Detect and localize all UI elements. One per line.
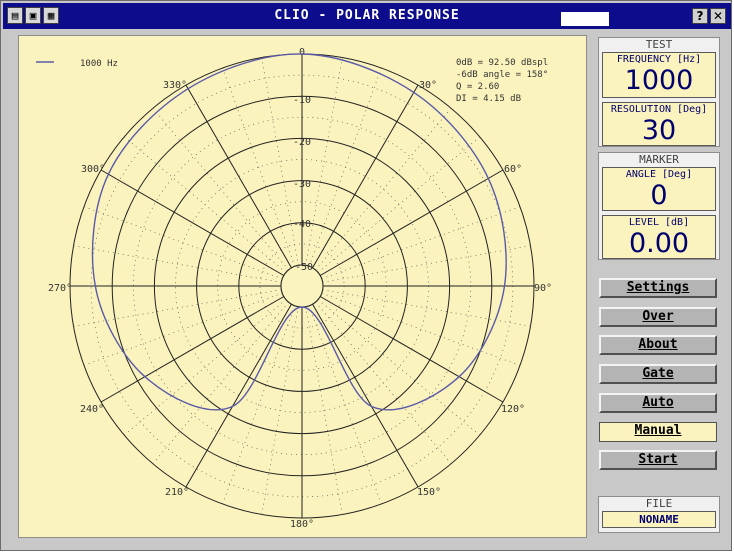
- marker-panel: MARKER ANGLE [Deg] 0 LEVEL [dB] 0.00: [598, 152, 720, 260]
- info-line-6db-angle: -6dB angle = 158°: [456, 70, 548, 80]
- settings-button[interactable]: Settings: [599, 278, 717, 298]
- level-field: LEVEL [dB] 0.00: [602, 215, 716, 259]
- minor-spoke: [315, 301, 452, 464]
- marker-panel-title: MARKER: [639, 153, 679, 166]
- minor-spoke: [315, 108, 452, 271]
- polar-plot: -10 -20 -30 -40 -50 0 30° 60° 90° 120° 1…: [18, 35, 587, 538]
- resolution-field: RESOLUTION [Deg] 30: [602, 102, 716, 146]
- minor-spoke: [322, 245, 531, 283]
- manual-button-label: Manual: [634, 423, 682, 438]
- ring-label-20: -20: [293, 137, 311, 148]
- info-block: 0dB = 92.50 dBspl -6dB angle = 158° Q = …: [456, 58, 548, 104]
- about-button[interactable]: About: [599, 335, 717, 355]
- minor-spoke: [305, 306, 343, 515]
- frequency-field: FREQUENCY [Hz] 1000: [602, 52, 716, 98]
- level-value: 0.00: [628, 228, 690, 259]
- ring-label-50: -50: [295, 262, 313, 273]
- angle-label-330: 330°: [163, 80, 187, 91]
- settings-button-label: Settings: [626, 280, 690, 295]
- minor-spoke: [261, 57, 299, 266]
- angle-label-60: 60°: [504, 164, 522, 175]
- angle-label-300: 300°: [81, 164, 105, 175]
- info-line-0db: 0dB = 92.50 dBspl: [456, 58, 548, 68]
- auto-button[interactable]: Auto: [599, 393, 717, 413]
- spoke: [185, 84, 292, 269]
- about-button-label: About: [638, 337, 678, 352]
- minor-spoke: [152, 108, 289, 271]
- over-button-label: Over: [642, 309, 674, 324]
- file-panel: FILE NONAME: [598, 496, 720, 533]
- angle-value[interactable]: 0: [603, 181, 715, 211]
- manual-button[interactable]: Manual: [599, 422, 717, 442]
- polar-chart-svg: -10 -20 -30 -40 -50 0 30° 60° 90° 120° 1…: [36, 47, 552, 530]
- spoke: [312, 84, 419, 269]
- angle-label-210: 210°: [165, 487, 189, 498]
- minor-spoke: [261, 306, 299, 515]
- polar-grid: [69, 53, 535, 519]
- test-panel: TEST FREQUENCY [Hz] 1000 RESOLUTION [Deg…: [598, 37, 720, 147]
- legend: 1000 Hz: [36, 59, 118, 69]
- spoke: [100, 296, 285, 403]
- minor-spoke: [73, 289, 282, 327]
- info-line-di: DI = 4.15 dB: [456, 94, 521, 104]
- minor-spoke: [317, 136, 480, 273]
- file-panel-title: FILE: [645, 497, 673, 510]
- resolution-value[interactable]: 30: [603, 116, 715, 146]
- legend-label: 1000 Hz: [80, 59, 118, 69]
- minor-spoke: [124, 136, 287, 273]
- ring-label-30: -30: [293, 179, 311, 190]
- angle-label-90: 90°: [534, 283, 552, 294]
- clio-window: ▤ ▣ ▦ CLIO - POLAR RESPONSE ? ✕ -10 -20 …: [0, 0, 732, 551]
- spoke: [319, 169, 504, 276]
- info-line-q: Q = 2.60: [456, 82, 499, 92]
- gate-button-label: Gate: [642, 366, 674, 381]
- angle-label-0: 0: [299, 47, 305, 58]
- title-bar-indicator: [561, 12, 609, 26]
- frequency-value[interactable]: 1000: [603, 66, 715, 96]
- over-button[interactable]: Over: [599, 307, 717, 327]
- gate-button[interactable]: Gate: [599, 364, 717, 384]
- help-button[interactable]: ?: [692, 8, 708, 24]
- spoke: [100, 169, 285, 276]
- minor-spoke: [305, 57, 343, 266]
- minor-spoke: [73, 245, 282, 283]
- ring-label-10: -10: [293, 95, 311, 106]
- angle-field: ANGLE [Deg] 0: [602, 167, 716, 211]
- spoke: [312, 303, 419, 488]
- angle-label-150: 150°: [417, 487, 441, 498]
- spoke: [185, 303, 292, 488]
- angle-label-270: 270°: [48, 283, 72, 294]
- angle-label-180: 180°: [290, 519, 314, 530]
- angle-label-240: 240°: [80, 404, 104, 415]
- spoke: [319, 296, 504, 403]
- start-button[interactable]: Start: [599, 450, 717, 470]
- window-title: CLIO - POLAR RESPONSE: [274, 8, 460, 23]
- file-name: NONAME: [602, 511, 716, 528]
- minor-spoke: [152, 301, 289, 464]
- auto-button-label: Auto: [642, 395, 674, 410]
- test-panel-title: TEST: [645, 38, 673, 51]
- angle-label-30: 30°: [419, 80, 437, 91]
- close-button[interactable]: ✕: [710, 8, 726, 24]
- angle-label-120: 120°: [501, 404, 525, 415]
- start-button-label: Start: [638, 452, 678, 467]
- title-bar: ▤ ▣ ▦ CLIO - POLAR RESPONSE ? ✕: [3, 3, 731, 29]
- ring-label-40: -40: [293, 219, 311, 230]
